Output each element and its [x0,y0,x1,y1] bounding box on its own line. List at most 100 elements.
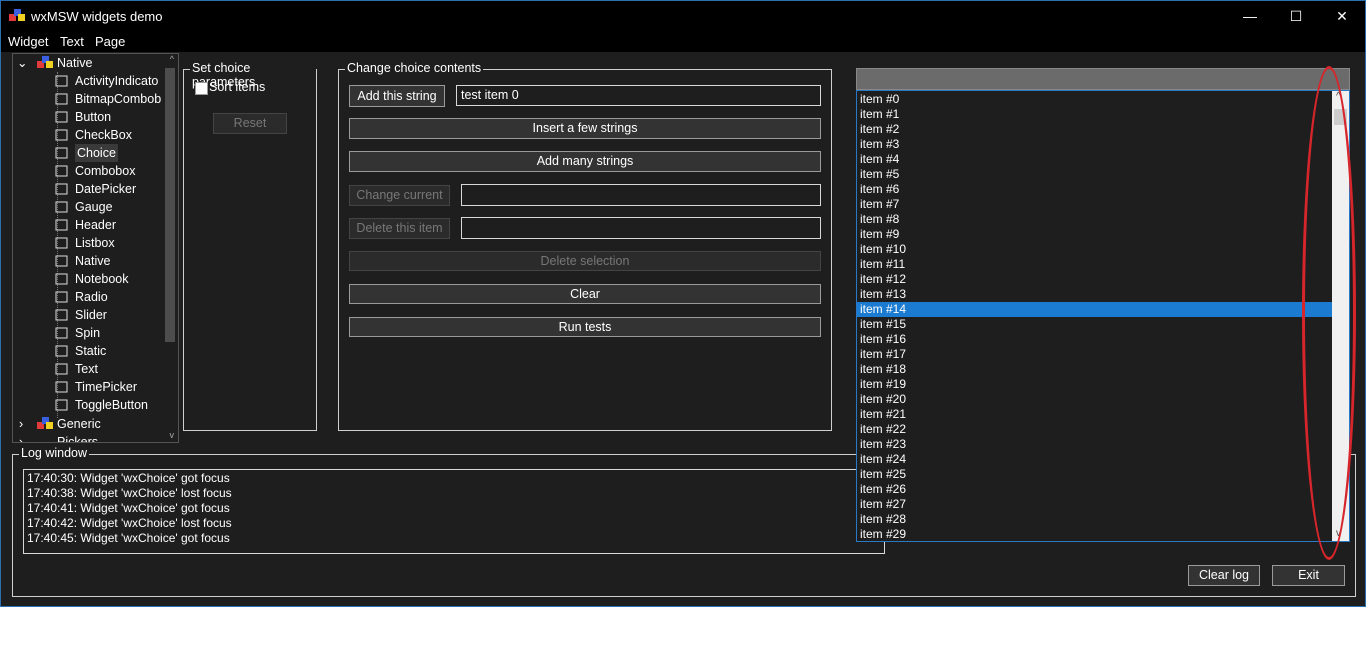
reset-button[interactable]: Reset [213,113,287,134]
dropdown-item[interactable]: item #18 [860,362,1332,377]
contents-group-title: Change choice contents [345,61,484,75]
dropdown-item[interactable]: item #9 [860,227,1332,242]
change-current-input[interactable] [461,184,821,206]
tree-item-label: Button [75,110,112,124]
change-current-button[interactable]: Change current [349,185,450,206]
tree-item[interactable]: Button [55,108,165,126]
dropdown-item[interactable]: item #16 [860,332,1332,347]
log-textarea[interactable]: 17:40:30: Widget 'wxChoice' got focus 17:… [23,469,885,554]
widget-icon [55,74,69,88]
choice-control[interactable] [856,68,1350,90]
chevron-right-icon[interactable]: › [19,433,23,442]
widget-tree[interactable]: ⌄ Native ActivityIndicato BitmapCombob But… [12,53,179,443]
tree-item-label: Gauge [75,200,113,214]
tree-item[interactable]: Text [55,360,165,378]
minimize-button[interactable]: — [1227,1,1273,31]
dropdown-item[interactable]: item #10 [860,242,1332,257]
delete-item-input[interactable] [461,217,821,239]
dropdown-item[interactable]: item #6 [860,182,1332,197]
dropdown-item[interactable]: item #0 [860,92,1332,107]
dropdown-item[interactable]: item #3 [860,137,1332,152]
close-button[interactable]: ✕ [1319,1,1365,31]
log-line: 17:40:30: Widget 'wxChoice' got focus [27,471,230,485]
dropdown-item[interactable]: item #22 [860,422,1332,437]
tree-item[interactable]: BitmapCombob [55,90,165,108]
dropdown-item[interactable]: item #26 [860,482,1332,497]
tree-node-native[interactable]: ⌄ Native [17,54,167,72]
delete-selection-button[interactable]: Delete selection [349,251,821,271]
dropdown-item[interactable]: item #21 [860,407,1332,422]
tree-node-pickers[interactable]: › Pickers [17,433,167,442]
menu-page[interactable]: Page [95,34,125,49]
tree-item[interactable]: Native [55,252,165,270]
tree-item-label: ActivityIndicato [75,74,159,88]
tree-item[interactable]: DatePicker [55,180,165,198]
add-many-strings-button[interactable]: Add many strings [349,151,821,172]
dropdown-item[interactable]: item #28 [860,512,1332,527]
dropdown-item[interactable]: item #7 [860,197,1332,212]
menu-widget[interactable]: Widget [8,34,48,49]
delete-item-button[interactable]: Delete this item [349,218,450,239]
log-group-title: Log window [19,446,90,460]
dropdown-item[interactable]: item #11 [860,257,1332,272]
tree-item[interactable]: Gauge [55,198,165,216]
tree-item[interactable]: Combobox [55,162,165,180]
choice-dropdown-list[interactable]: item #0 item #1 item #2 item #3 item #4 item … [856,90,1350,542]
tree-item[interactable]: Header [55,216,165,234]
maximize-button[interactable]: ☐ [1273,1,1319,31]
scroll-up-icon[interactable]: ^ [170,54,174,64]
dropdown-item[interactable]: item #27 [860,497,1332,512]
insert-few-strings-button[interactable]: Insert a few strings [349,118,821,139]
dropdown-item[interactable]: item #5 [860,167,1332,182]
tree-item-label: CheckBox [75,128,132,142]
chevron-down-icon[interactable]: ⌄ [17,54,27,72]
widget-icon [55,110,69,124]
add-string-input[interactable]: test item 0 [456,85,821,106]
tree-item[interactable]: CheckBox [55,126,165,144]
dropdown-item[interactable]: item #4 [860,152,1332,167]
dropdown-item[interactable]: item #20 [860,392,1332,407]
tree-item[interactable]: Listbox [55,234,165,252]
dropdown-item[interactable]: item #8 [860,212,1332,227]
tree-item[interactable]: Slider [55,306,165,324]
tree-node-generic[interactable]: › Generic [17,415,167,433]
sort-items-checkbox[interactable] [195,82,208,95]
tree-item[interactable]: Static [55,342,165,360]
native-category-icon [37,56,53,70]
scroll-down-icon[interactable]: v [170,430,175,440]
dropdown-item[interactable]: item #25 [860,467,1332,482]
dropdown-item[interactable]: item #29 [860,527,1332,541]
tree-item[interactable]: Choice [55,144,165,162]
widget-icon [55,308,69,322]
tree-item-label: TimePicker [75,380,138,394]
tree-scroll-thumb[interactable] [165,68,175,342]
dropdown-item[interactable]: item #13 [860,287,1332,302]
tree-item[interactable]: Radio [55,288,165,306]
widget-icon [55,272,69,286]
sort-items-label[interactable]: Sort items [209,80,265,94]
dropdown-item[interactable]: item #12 [860,272,1332,287]
tree-scrollbar[interactable]: ^ v [162,54,178,442]
dropdown-item[interactable]: item #17 [860,347,1332,362]
dropdown-item[interactable]: item #1 [860,107,1332,122]
dropdown-item[interactable]: item #24 [860,452,1332,467]
menu-text[interactable]: Text [60,34,84,49]
app-window: wxMSW widgets demo — ☐ ✕ Widget Text Pag… [0,0,1366,607]
add-string-button[interactable]: Add this string [349,85,445,107]
dropdown-item[interactable]: item #14 [857,302,1332,317]
clear-button[interactable]: Clear [349,284,821,304]
run-tests-button[interactable]: Run tests [349,317,821,337]
tree-item[interactable]: Notebook [55,270,165,288]
exit-button[interactable]: Exit [1272,565,1345,586]
dropdown-item[interactable]: item #2 [860,122,1332,137]
tree-item[interactable]: ToggleButton [55,396,165,414]
clear-log-button[interactable]: Clear log [1188,565,1260,586]
dropdown-item[interactable]: item #15 [860,317,1332,332]
tree-item[interactable]: TimePicker [55,378,165,396]
dropdown-item[interactable]: item #23 [860,437,1332,452]
chevron-right-icon[interactable]: › [19,415,23,433]
widget-icon [55,128,69,142]
tree-item[interactable]: ActivityIndicato [55,72,165,90]
dropdown-item[interactable]: item #19 [860,377,1332,392]
tree-item[interactable]: Spin [55,324,165,342]
